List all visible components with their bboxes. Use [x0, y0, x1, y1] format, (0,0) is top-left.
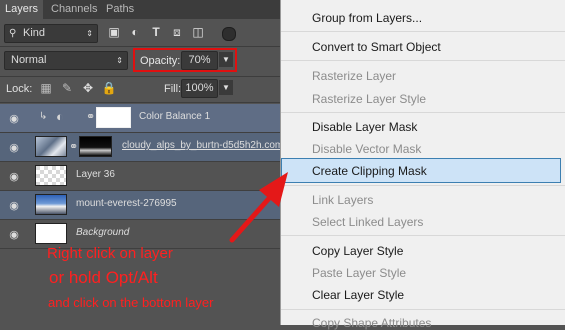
menu-item-rasterize-layer-style: Rasterize Layer Style: [312, 92, 427, 106]
layer-row[interactable]: ◉ mount-everest-276995: [0, 191, 280, 220]
lock-all-icon[interactable]: 🔒: [100, 80, 118, 97]
layer-thumbnail: [35, 136, 67, 157]
lock-position-icon[interactable]: ✥: [79, 80, 97, 97]
lock-label: Lock:: [6, 83, 33, 95]
fill-input[interactable]: 100%: [181, 79, 218, 98]
menu-separator: [281, 112, 565, 113]
menu-item-clear-layer-style[interactable]: Clear Layer Style: [312, 288, 404, 302]
divider: [0, 46, 280, 47]
menu-separator: [281, 60, 565, 61]
menu-item-convert-to-smart-object[interactable]: Convert to Smart Object: [312, 40, 441, 54]
chain-link-icon: ⚭: [86, 111, 96, 123]
menu-item-disable-layer-mask[interactable]: Disable Layer Mask: [312, 120, 417, 134]
annotation-line-3: and click on the bottom layer: [48, 295, 214, 310]
adjustment-layer-icon: ◐: [56, 109, 64, 124]
opacity-dropdown-button[interactable]: ▼: [219, 52, 233, 67]
menu-item-group-from-layers[interactable]: Group from Layers...: [312, 11, 422, 25]
menu-item-create-clipping-mask[interactable]: Create Clipping Mask: [312, 164, 427, 178]
clipping-arrow-icon: ↳: [39, 111, 48, 122]
filter-toggle[interactable]: [222, 27, 236, 41]
fill-label: Fill:: [164, 83, 182, 95]
layer-row[interactable]: ◉ Layer 36: [0, 162, 280, 191]
layer-mask-thumbnail: [96, 107, 131, 128]
eye-icon[interactable]: ◉: [6, 228, 22, 241]
layer-thumbnail: [35, 194, 67, 215]
menu-item-select-linked-layers: Select Linked Layers: [312, 215, 424, 229]
filter-pixel-icon[interactable]: ▣: [105, 24, 123, 41]
layer-row[interactable]: ◉ ⚭ cloudy_alps_by_burtn-d5d5h2h.com: [0, 133, 284, 162]
filter-kind-select[interactable]: ⚲ Kind ⇕: [4, 24, 98, 43]
layer-name: mount-everest-276995: [76, 198, 177, 209]
layer-thumbnail: [35, 223, 67, 244]
menu-item-copy-shape-attributes: Copy Shape Attributes: [312, 316, 432, 330]
menu-item-link-layers: Link Layers: [312, 193, 374, 207]
annotation-line-1: Right click on layer: [47, 245, 173, 262]
menu-separator: [281, 235, 565, 236]
filter-type-icon[interactable]: T: [147, 24, 165, 41]
menu-item-rasterize-layer: Rasterize Layer: [312, 69, 397, 83]
tab-channels[interactable]: Channels: [46, 0, 102, 19]
layer-name: Color Balance 1: [139, 111, 211, 122]
lock-image-icon[interactable]: ✎: [58, 80, 76, 97]
lock-transparent-icon[interactable]: ▦: [37, 80, 55, 97]
context-menu: Group from Layers... Convert to Smart Ob…: [280, 0, 565, 330]
eye-icon[interactable]: ◉: [6, 112, 22, 125]
eye-icon[interactable]: ◉: [6, 141, 22, 154]
search-icon: ⚲: [9, 28, 17, 39]
eye-icon[interactable]: ◉: [6, 199, 22, 212]
layer-thumbnail: [35, 165, 67, 186]
panel-tab-bar: Layers Channels Paths: [0, 0, 280, 19]
layer-row[interactable]: ◉ ↳ ◐ ⚭ Color Balance 1: [0, 104, 280, 133]
chain-link-icon: ⚭: [69, 141, 79, 153]
layer-name: Layer 36: [76, 169, 115, 180]
layer-mask-thumbnail: [79, 136, 112, 157]
filter-smart-object-icon[interactable]: ◫: [189, 24, 207, 41]
menu-separator: [281, 31, 565, 32]
annotation-line-2: or hold Opt/Alt: [49, 268, 158, 287]
filter-adjustment-icon[interactable]: ◐: [126, 24, 144, 41]
opacity-value: 70%: [188, 54, 211, 66]
blend-mode-value: Normal: [11, 54, 47, 66]
divider: [0, 76, 280, 77]
menu-item-disable-vector-mask: Disable Vector Mask: [312, 142, 422, 156]
filter-shape-icon[interactable]: ⧈: [168, 24, 186, 41]
menu-item-copy-layer-style[interactable]: Copy Layer Style: [312, 244, 403, 258]
menu-separator: [281, 185, 565, 186]
divider: [0, 102, 280, 103]
tab-paths[interactable]: Paths: [101, 0, 139, 19]
chevron-updown-icon: ⇕: [116, 56, 123, 65]
fill-dropdown-button[interactable]: ▼: [219, 80, 233, 95]
fill-value: 100%: [185, 82, 214, 94]
layer-name: cloudy_alps_by_burtn-d5d5h2h.com: [122, 140, 284, 151]
opacity-input[interactable]: 70%: [181, 51, 218, 70]
filter-kind-label: Kind: [23, 27, 46, 39]
menu-item-paste-layer-style: Paste Layer Style: [312, 266, 407, 280]
layer-name: Background: [76, 227, 130, 238]
opacity-label: Opacity:: [140, 55, 181, 67]
menu-separator: [281, 309, 565, 310]
eye-icon[interactable]: ◉: [6, 170, 22, 183]
chevron-updown-icon: ⇕: [86, 29, 93, 38]
blend-mode-select[interactable]: Normal ⇕: [4, 51, 128, 70]
tab-layers[interactable]: Layers: [0, 0, 44, 19]
